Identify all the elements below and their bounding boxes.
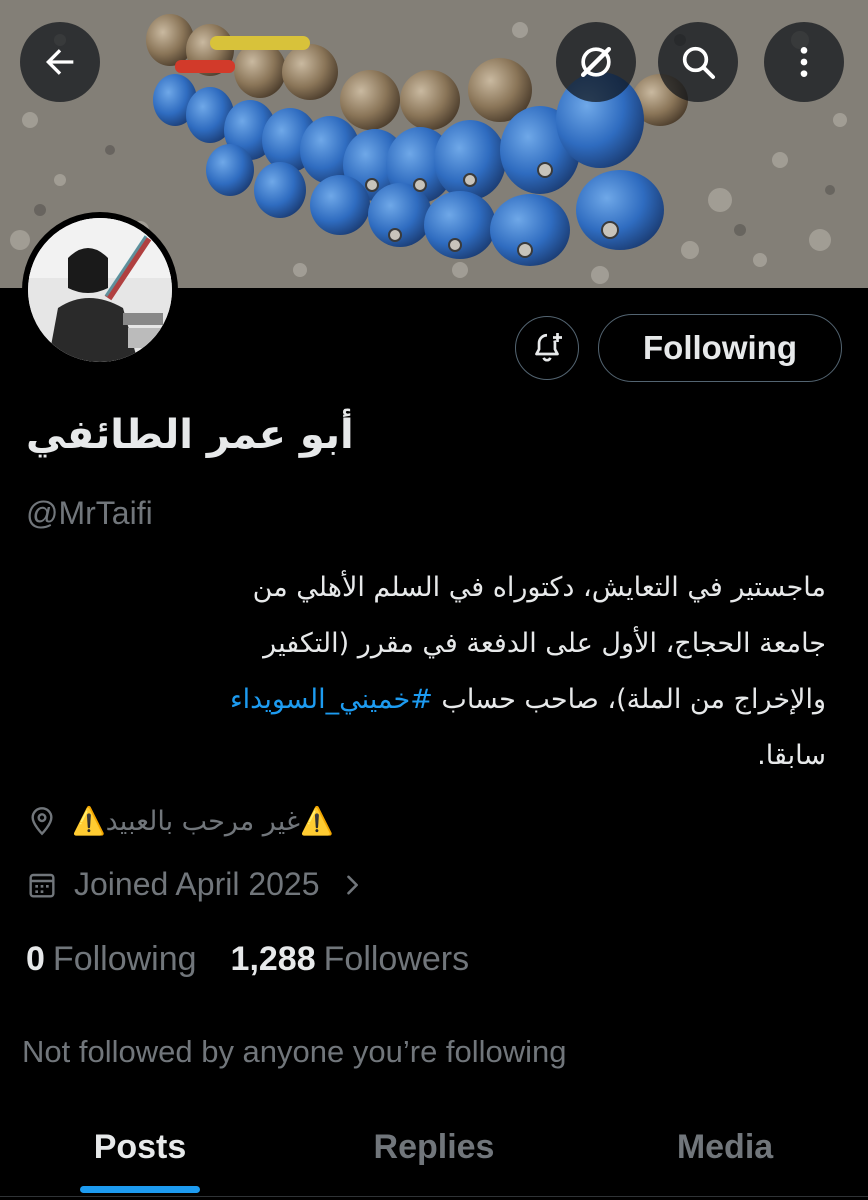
- back-arrow-icon: [46, 49, 74, 75]
- bio-line-3-text: والإخراج من الملة)، صاحب حساب: [432, 684, 826, 715]
- notification-bell-plus-icon: [535, 333, 562, 362]
- avatar-frame: [22, 212, 178, 368]
- calendar-icon: [29, 873, 55, 898]
- grok-icon: [580, 46, 612, 78]
- following-button[interactable]: Following: [598, 314, 842, 382]
- more-icon: [800, 47, 808, 77]
- bio-line-1: ماجستير في التعايش، دكتوراه في السلم الأ…: [252, 572, 826, 603]
- tab-replies[interactable]: Replies: [334, 1100, 534, 1195]
- profile-tabs: Posts Replies Media: [0, 1100, 868, 1200]
- grok-button[interactable]: [556, 22, 636, 102]
- joined-row[interactable]: Joined April 2025: [26, 866, 366, 903]
- not-followed-notice: Not followed by anyone you’re following: [22, 1034, 567, 1069]
- following-count-label: Following: [52, 940, 197, 978]
- bio-line-2: جامعة الحجاج، الأول على الدفعة في مقرر (…: [263, 628, 826, 659]
- tabs-divider: [0, 1196, 868, 1197]
- bio-hashtag-link[interactable]: #خميني_السويداء: [230, 684, 433, 715]
- active-tab-indicator: [80, 1186, 200, 1193]
- back-button[interactable]: [20, 22, 100, 102]
- location-text: ⚠️غير مرحب بالعبيد⚠️: [72, 806, 334, 837]
- followers-count-link[interactable]: 1,288 Followers: [231, 940, 470, 979]
- search-button[interactable]: [658, 22, 738, 102]
- notification-subscribe-button[interactable]: [515, 316, 579, 380]
- bio-line-4: سابقا.: [757, 740, 826, 771]
- location-pin-icon: [31, 807, 53, 836]
- user-handle: @MrTaifi: [26, 495, 153, 531]
- chevron-right-icon: [346, 875, 358, 894]
- avatar-image: [28, 218, 172, 362]
- more-button[interactable]: [764, 22, 844, 102]
- joined-date: Joined April 2025: [74, 866, 320, 902]
- avatar[interactable]: [28, 218, 172, 362]
- follow-counts: 0 Following 1,288 Followers: [26, 940, 469, 979]
- display-name: أبو عمر الطائفي: [26, 412, 354, 458]
- followers-count: 1,288: [230, 940, 316, 978]
- tab-media[interactable]: Media: [625, 1100, 825, 1195]
- bio-line-3: والإخراج من الملة)، صاحب حساب #خميني_الس…: [26, 672, 826, 728]
- profile-bio: ماجستير في التعايش، دكتوراه في السلم الأ…: [26, 560, 826, 784]
- followers-count-label: Followers: [323, 940, 470, 978]
- tab-posts[interactable]: Posts: [40, 1100, 240, 1195]
- location-row: ⚠️غير مرحب بالعبيد⚠️: [26, 805, 334, 837]
- following-count: 0: [26, 940, 45, 978]
- following-count-link[interactable]: 0 Following: [26, 940, 197, 979]
- search-icon: [682, 46, 715, 79]
